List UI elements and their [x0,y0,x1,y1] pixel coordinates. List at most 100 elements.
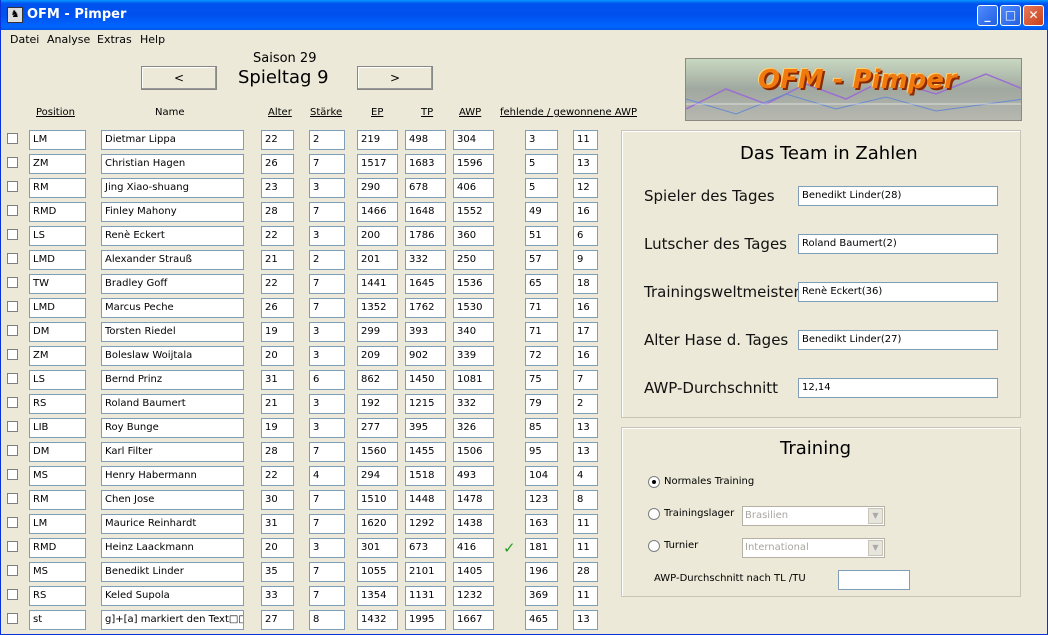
chevron-down-icon[interactable]: ▼ [868,508,883,524]
position-field[interactable]: TW [29,274,86,294]
tp-field[interactable]: 1131 [405,586,446,606]
alter-field[interactable]: 20 [261,538,294,558]
gewonnene-awp-field[interactable]: 11 [573,514,598,534]
title-bar[interactable]: ♞ OFM - Pimper _ □ ✕ [1,0,1048,30]
position-field[interactable]: st [29,610,86,630]
awp-field[interactable]: 1552 [453,202,494,222]
awp-field[interactable]: 1596 [453,154,494,174]
row-checkbox[interactable] [7,229,18,240]
next-matchday-button[interactable]: > [357,66,433,90]
gewonnene-awp-field[interactable]: 18 [573,274,598,294]
gewonnene-awp-field[interactable]: 13 [573,610,598,630]
fehlende-awp-field[interactable]: 181 [525,538,558,558]
awp-field[interactable]: 1081 [453,370,494,390]
gewonnene-awp-field[interactable]: 9 [573,250,598,270]
gewonnene-awp-field[interactable]: 16 [573,298,598,318]
staerke-field[interactable]: 3 [309,538,345,558]
position-field[interactable]: RS [29,394,86,414]
gewonnene-awp-field[interactable]: 11 [573,130,598,150]
alter-field[interactable]: 21 [261,250,294,270]
position-field[interactable]: LM [29,130,86,150]
staerke-field[interactable]: 7 [309,586,345,606]
awp-field[interactable]: 250 [453,250,494,270]
name-field[interactable]: Dietmar Lippa [101,130,244,150]
row-checkbox[interactable] [7,253,18,264]
awp-field[interactable]: 416 [453,538,494,558]
name-field[interactable]: Heinz Laackmann [101,538,244,558]
radio-turnier[interactable] [648,540,660,552]
row-checkbox[interactable] [7,301,18,312]
alter-field[interactable]: 33 [261,586,294,606]
fehlende-awp-field[interactable]: 51 [525,226,558,246]
fehlende-awp-field[interactable]: 196 [525,562,558,582]
tp-field[interactable]: 332 [405,250,446,270]
turnier-select[interactable]: International ▼ [742,538,885,558]
row-checkbox[interactable] [7,613,18,624]
row-checkbox[interactable] [7,397,18,408]
position-field[interactable]: DM [29,322,86,342]
awp-field[interactable]: 406 [453,178,494,198]
name-field[interactable]: Maurice Reinhardt [101,514,244,534]
fehlende-awp-field[interactable]: 71 [525,322,558,342]
ep-field[interactable]: 1510 [357,490,398,510]
alter-field[interactable]: 35 [261,562,294,582]
radio-trainingslager[interactable] [648,508,660,520]
ep-field[interactable]: 219 [357,130,398,150]
row-checkbox[interactable] [7,205,18,216]
tp-field[interactable]: 902 [405,346,446,366]
name-field[interactable]: Benedikt Linder [101,562,244,582]
position-field[interactable]: DM [29,442,86,462]
fehlende-awp-field[interactable]: 369 [525,586,558,606]
gewonnene-awp-field[interactable]: 13 [573,418,598,438]
app-icon[interactable]: ♞ [7,7,23,23]
awp-field[interactable]: 493 [453,466,494,486]
alter-field[interactable]: 21 [261,394,294,414]
col-position[interactable]: Position [36,107,75,118]
ep-field[interactable]: 200 [357,226,398,246]
name-field[interactable]: Christian Hagen [101,154,244,174]
tp-field[interactable]: 1683 [405,154,446,174]
position-field[interactable]: RM [29,490,86,510]
row-checkbox[interactable] [7,469,18,480]
staerke-field[interactable]: 7 [309,154,345,174]
staerke-field[interactable]: 7 [309,490,345,510]
staerke-field[interactable]: 3 [309,322,345,342]
ep-field[interactable]: 1560 [357,442,398,462]
menu-analyse[interactable]: Analyse [47,33,90,46]
name-field[interactable]: Roy Bunge [101,418,244,438]
alter-field[interactable]: 28 [261,442,294,462]
position-field[interactable]: LIB [29,418,86,438]
row-checkbox[interactable] [7,421,18,432]
fehlende-awp-field[interactable]: 104 [525,466,558,486]
ep-field[interactable]: 209 [357,346,398,366]
row-checkbox[interactable] [7,565,18,576]
name-field[interactable]: Karl Filter [101,442,244,462]
alter-field[interactable]: 22 [261,274,294,294]
radio-normal-training[interactable] [648,476,660,488]
col-name[interactable]: Name [155,107,185,118]
row-checkbox[interactable] [7,373,18,384]
staerke-field[interactable]: 2 [309,130,345,150]
ep-field[interactable]: 1517 [357,154,398,174]
col-tp[interactable]: TP [421,107,433,118]
prev-matchday-button[interactable]: < [141,66,217,90]
tp-field[interactable]: 2101 [405,562,446,582]
row-checkbox[interactable] [7,157,18,168]
staerke-field[interactable]: 3 [309,418,345,438]
staerke-field[interactable]: 7 [309,442,345,462]
alter-field[interactable]: 28 [261,202,294,222]
alter-field[interactable]: 26 [261,154,294,174]
awp-field[interactable]: 339 [453,346,494,366]
awp-field[interactable]: 360 [453,226,494,246]
awp-field[interactable]: 1438 [453,514,494,534]
name-field[interactable]: Marcus Peche [101,298,244,318]
alter-field[interactable]: 26 [261,298,294,318]
ep-field[interactable]: 192 [357,394,398,414]
trainingslager-select[interactable]: Brasilien ▼ [742,506,885,526]
fehlende-awp-field[interactable]: 75 [525,370,558,390]
alter-field[interactable]: 22 [261,466,294,486]
staerke-field[interactable]: 4 [309,466,345,486]
row-checkbox[interactable] [7,517,18,528]
menu-datei[interactable]: Datei [10,33,39,46]
position-field[interactable]: ZM [29,154,86,174]
